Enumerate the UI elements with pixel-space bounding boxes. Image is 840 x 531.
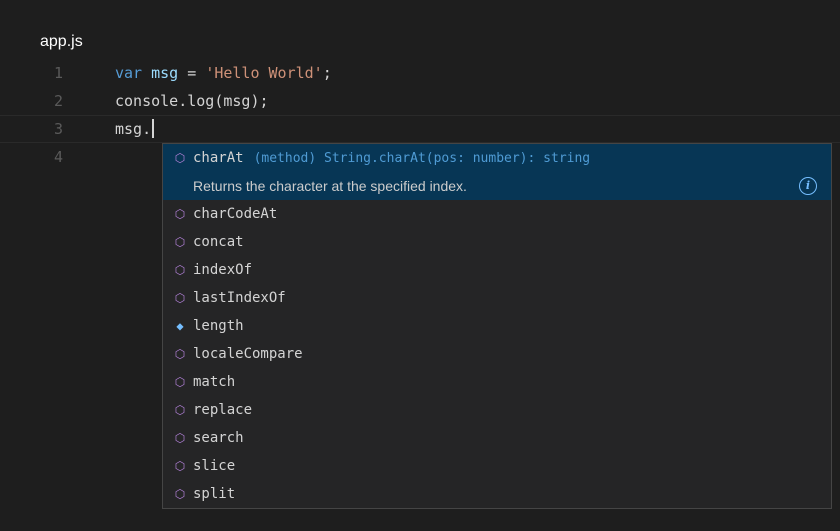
method-icon: ⬡ bbox=[174, 487, 186, 501]
method-icon: ⬡ bbox=[174, 375, 186, 389]
suggestion-detail: (method) String.charAt(pos: number): str… bbox=[253, 151, 591, 166]
line-number: 1 bbox=[54, 64, 64, 82]
line-code[interactable]: console.log(msg); bbox=[115, 87, 269, 115]
suggestion-item[interactable]: ⬡ slice bbox=[163, 452, 831, 480]
method-icon: ⬡ bbox=[174, 403, 186, 417]
code-line-current[interactable]: 3 msg. bbox=[0, 115, 840, 143]
suggestion-widget[interactable]: ⬡ charAt (method) String.charAt(pos: numbe… bbox=[162, 143, 832, 509]
suggestion-label: split bbox=[193, 486, 236, 502]
property-icon: ◆ bbox=[176, 319, 184, 333]
method-icon: ⬡ bbox=[174, 151, 186, 165]
code-line[interactable]: 1 var msg = 'Hello World'; bbox=[0, 59, 840, 87]
suggestion-label: concat bbox=[193, 234, 244, 250]
variable-token: msg bbox=[151, 64, 179, 82]
suggestion-label: indexOf bbox=[193, 262, 253, 278]
suggestion-item[interactable]: ⬡ search bbox=[163, 424, 831, 452]
suggestion-documentation: Returns the character at the specified i… bbox=[193, 178, 467, 194]
suggestion-label: localeCompare bbox=[193, 346, 303, 362]
file-title[interactable]: app.js bbox=[40, 33, 83, 51]
keyword-token: var bbox=[115, 64, 143, 82]
method-icon: ⬡ bbox=[174, 235, 186, 249]
line-number: 2 bbox=[54, 92, 64, 110]
suggestion-label: match bbox=[193, 374, 236, 390]
token: = bbox=[178, 64, 206, 82]
suggestion-label: length bbox=[193, 318, 244, 334]
suggestion-label: replace bbox=[193, 402, 253, 418]
line-code[interactable]: var msg = 'Hello World'; bbox=[115, 59, 332, 87]
token: msg. bbox=[115, 120, 152, 138]
suggestion-item[interactable]: ⬡ indexOf bbox=[163, 256, 831, 284]
method-icon: ⬡ bbox=[174, 431, 186, 445]
suggestion-label: search bbox=[193, 430, 244, 446]
token: ; bbox=[322, 64, 332, 82]
suggestion-label: slice bbox=[193, 458, 236, 474]
method-icon: ⬡ bbox=[174, 263, 186, 277]
method-icon: ⬡ bbox=[174, 347, 186, 361]
suggestion-label: charCodeAt bbox=[193, 206, 278, 222]
method-icon: ⬡ bbox=[174, 291, 186, 305]
suggestion-label: lastIndexOf bbox=[193, 290, 286, 306]
suggestion-item[interactable]: ⬡ localeCompare bbox=[163, 340, 831, 368]
info-icon[interactable]: i bbox=[799, 177, 817, 195]
suggestion-item[interactable]: ⬡ split bbox=[163, 480, 831, 508]
token: console.log(msg); bbox=[115, 92, 269, 110]
suggestion-item-selected[interactable]: ⬡ charAt (method) String.charAt(pos: numbe… bbox=[163, 144, 831, 200]
suggestion-item[interactable]: ◆ length bbox=[163, 312, 831, 340]
suggestion-item[interactable]: ⬡ match bbox=[163, 368, 831, 396]
line-number: 3 bbox=[54, 120, 64, 138]
method-icon: ⬡ bbox=[174, 459, 186, 473]
line-number: 4 bbox=[54, 148, 64, 166]
code-editor: app.js 1 var msg = 'Hello World'; 2 cons… bbox=[0, 0, 840, 531]
line-code[interactable]: msg. bbox=[115, 116, 155, 142]
suggestion-label: charAt bbox=[193, 150, 244, 166]
suggestion-item[interactable]: ⬡ concat bbox=[163, 228, 831, 256]
string-token: 'Hello World' bbox=[205, 64, 323, 82]
code-line[interactable]: 2 console.log(msg); bbox=[0, 87, 840, 115]
method-icon: ⬡ bbox=[174, 207, 186, 221]
suggestion-list: ⬡ charCodeAt ⬡ concat ⬡ indexOf ⬡ lastIndexOf ◆ l… bbox=[163, 200, 831, 508]
suggestion-item[interactable]: ⬡ lastIndexOf bbox=[163, 284, 831, 312]
suggestion-item[interactable]: ⬡ charCodeAt bbox=[163, 200, 831, 228]
text-cursor bbox=[152, 119, 155, 138]
suggestion-item[interactable]: ⬡ replace bbox=[163, 396, 831, 424]
